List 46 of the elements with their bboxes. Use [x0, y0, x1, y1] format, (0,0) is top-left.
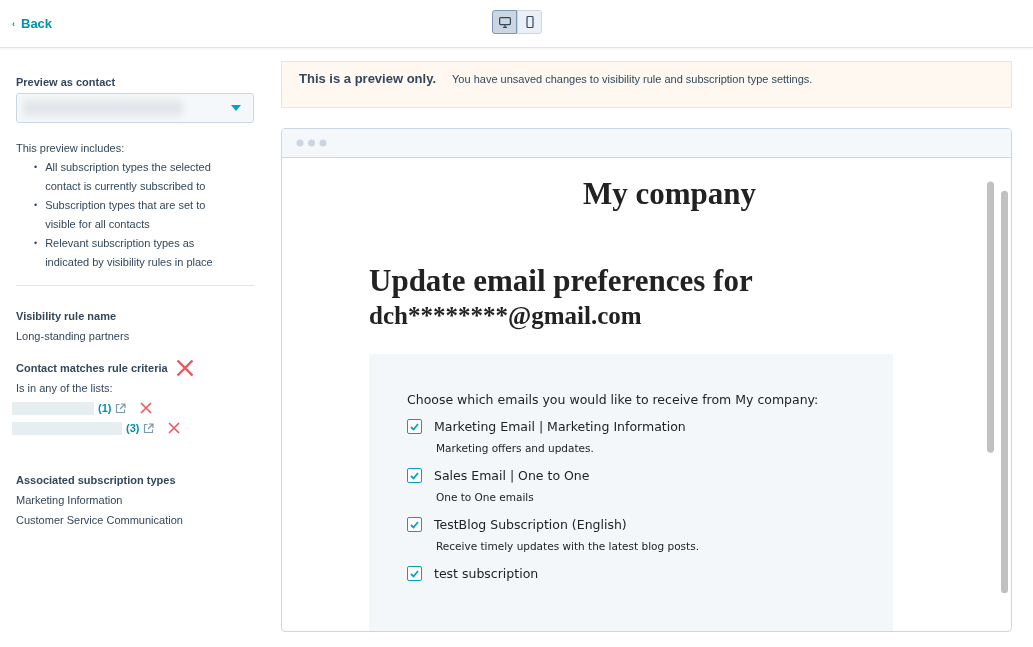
mobile-view-button[interactable]: [517, 10, 542, 34]
rule-name-label: Visibility rule name: [16, 309, 118, 324]
includes-item: All subscription types the selected contact is currently subscribed to: [45, 160, 212, 194]
preferences-intro: Choose which emails you would like to receive from My company:: [407, 392, 820, 407]
subscription-name: test subscription: [434, 566, 539, 581]
checkmark-icon: [410, 471, 419, 480]
bullet: •: [34, 199, 38, 212]
banner-message: You have unsaved changes to visibility rule and subscription type settings.: [452, 73, 813, 85]
back-link[interactable]: ‹ Back: [12, 16, 53, 31]
page-heading: Update email preferences for: [369, 262, 754, 300]
rule-name: Long-standing partners: [16, 329, 131, 344]
field-label: Preview as contact: [16, 76, 117, 88]
subscription-checkbox[interactable]: [407, 517, 422, 532]
subscription-name: Marketing Email | Marketing Information: [434, 419, 686, 434]
monitor-icon: [498, 16, 511, 28]
checkmark-icon: [410, 422, 419, 431]
desktop-view-button[interactable]: [492, 10, 517, 34]
banner-title: This is a preview only.: [299, 71, 437, 86]
external-link-icon[interactable]: [115, 402, 127, 414]
subscription-description: One to One emails: [436, 491, 535, 503]
dropdown-caret-icon: [231, 105, 241, 111]
bullet: •: [34, 161, 38, 174]
subscription-description: Receive timely updates with the latest blog posts.: [436, 540, 700, 552]
bullet: •: [34, 237, 38, 250]
subscription-name: Sales Email | One to One: [434, 468, 590, 483]
company-name: My company: [581, 176, 758, 212]
masked-email: dch********@gmail.com: [369, 302, 643, 330]
includes-item: Subscription types that are set to visible for all contacts: [45, 198, 207, 232]
criteria-label: Contact matches rule criteria: [16, 361, 168, 376]
subscription-type: Customer Service Communication: [16, 513, 184, 528]
list-count-link[interactable]: (3): [126, 422, 140, 434]
checkmark-icon: [410, 569, 419, 578]
subscription-checkbox[interactable]: [407, 419, 422, 434]
includes-item: Relevant subscription types as indicated by visibility rules in place: [45, 236, 214, 270]
includes-intro: This preview includes:: [16, 141, 126, 156]
subscription-type: Marketing Information: [16, 493, 124, 508]
external-link-icon[interactable]: [143, 422, 155, 434]
phone-icon: [525, 16, 534, 28]
subscription-name: TestBlog Subscription (English): [434, 517, 627, 532]
types-label: Associated subscription types: [16, 473, 177, 488]
subscription-description: Marketing offers and updates.: [436, 442, 595, 454]
subscription-checkbox[interactable]: [407, 468, 422, 483]
lists-intro: Is in any of the lists:: [16, 381, 114, 396]
checkmark-icon: [410, 520, 419, 529]
subscription-checkbox[interactable]: [407, 566, 422, 581]
list-count-link[interactable]: (1): [98, 402, 112, 414]
